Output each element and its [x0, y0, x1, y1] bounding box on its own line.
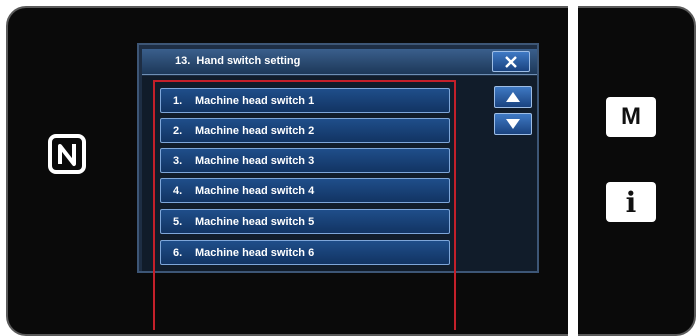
- list-item-machine-head-switch-2[interactable]: 2. Machine head switch 2: [160, 118, 450, 143]
- title-bar: 13. Hand switch setting: [142, 49, 537, 75]
- item-label: Machine head switch 6: [195, 246, 315, 259]
- scroll-down-button[interactable]: [494, 113, 532, 135]
- mode-button-label: M: [621, 103, 641, 130]
- item-number: 5.: [173, 215, 183, 228]
- item-label: Machine head switch 3: [195, 154, 315, 167]
- item-number: 1.: [173, 94, 183, 107]
- arrow-up-icon: [506, 92, 520, 102]
- list-item-machine-head-switch-6[interactable]: 6. Machine head switch 6: [160, 240, 450, 265]
- item-number: 2.: [173, 124, 183, 137]
- page-title: 13. Hand switch setting: [175, 55, 301, 67]
- info-icon: i: [625, 185, 637, 219]
- item-label: Machine head switch 4: [195, 184, 315, 197]
- list-item-machine-head-switch-4[interactable]: 4. Machine head switch 4: [160, 178, 450, 203]
- nfc-logo-icon: [48, 134, 86, 174]
- item-number: 3.: [173, 154, 183, 167]
- close-icon: [505, 55, 517, 68]
- list-item-machine-head-switch-1[interactable]: 1. Machine head switch 1: [160, 88, 450, 113]
- close-button[interactable]: [492, 51, 530, 72]
- item-number: 4.: [173, 184, 183, 197]
- scroll-up-button[interactable]: [494, 86, 532, 108]
- panel-divider: [568, 6, 578, 336]
- item-label: Machine head switch 2: [195, 124, 315, 137]
- info-button[interactable]: i: [606, 182, 656, 222]
- item-label: Machine head switch 1: [195, 94, 315, 107]
- item-number: 6.: [173, 246, 183, 259]
- mode-button[interactable]: M: [606, 97, 656, 137]
- arrow-down-icon: [506, 119, 520, 129]
- item-label: Machine head switch 5: [195, 215, 315, 228]
- list-item-machine-head-switch-5[interactable]: 5. Machine head switch 5: [160, 209, 450, 234]
- list-item-machine-head-switch-3[interactable]: 3. Machine head switch 3: [160, 148, 450, 173]
